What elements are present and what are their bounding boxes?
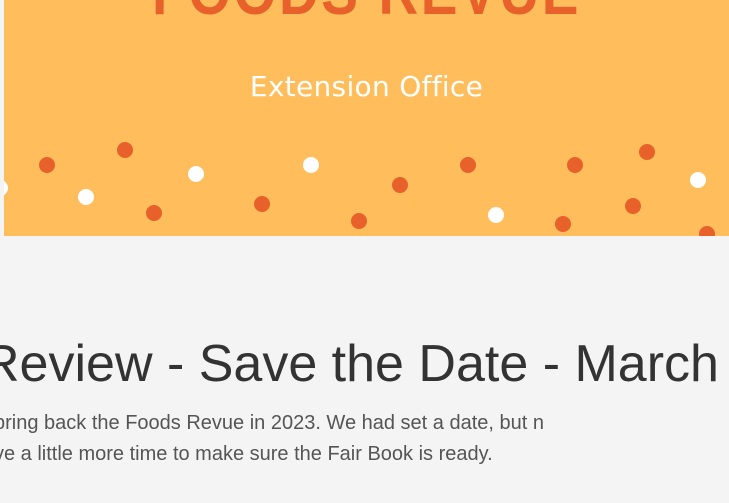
confetti-dot [690,172,706,188]
post-body-line: ve a little more time to make sure the F… [0,443,493,465]
confetti-dot [117,142,133,158]
confetti-dot [555,216,571,232]
banner-subtitle: Extension Office [249,70,484,103]
confetti-dot [303,157,319,173]
confetti-dot [488,207,504,223]
confetti-dot [351,213,367,229]
confetti-dot [39,157,55,173]
confetti-dot [392,177,408,193]
confetti-dot [699,226,715,236]
post-body: bring back the Foods Revue in 2023. We h… [0,408,729,470]
confetti-dot [639,144,655,160]
confetti-dot [460,157,476,173]
confetti-dot [254,196,270,212]
post-body-line: bring back the Foods Revue in 2023. We h… [0,412,544,434]
post-title: Review - Save the Date - March 1 [0,335,729,393]
banner-title: FOODS REVUE [55,0,679,24]
confetti-dot [625,198,641,214]
confetti-dot [567,157,583,173]
confetti-dot [78,189,94,205]
confetti-dot [146,205,162,221]
header-banner-image: FOODS REVUE Extension Office [4,0,729,236]
confetti-dot [188,166,204,182]
confetti-dot [4,180,8,196]
